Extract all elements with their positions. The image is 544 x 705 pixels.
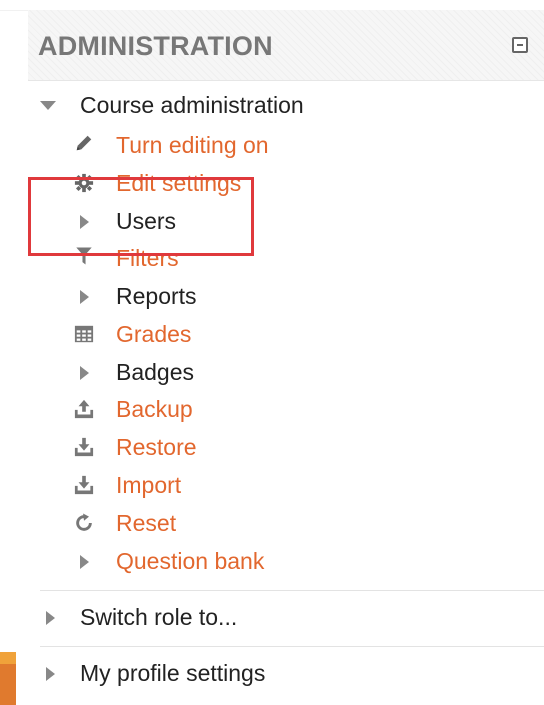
import-label: Import <box>116 472 182 498</box>
my-profile-settings-node[interactable]: My profile settings <box>46 655 506 691</box>
divider <box>40 646 544 647</box>
arrow-right-icon <box>46 667 55 681</box>
question-bank-node[interactable]: Question bank <box>80 543 480 579</box>
reset-label: Reset <box>116 510 177 536</box>
download-icon <box>74 475 94 495</box>
question-bank-label: Question bank <box>116 548 265 574</box>
download-icon <box>74 437 94 457</box>
arrow-right-icon <box>80 555 89 569</box>
grades-link[interactable]: Grades <box>74 316 374 352</box>
course-administration-node[interactable]: Course administration <box>40 87 520 123</box>
arrow-right-icon <box>80 290 89 304</box>
administration-block: ADMINISTRATION Course administration Tur… <box>0 0 544 705</box>
import-link[interactable]: Import <box>74 467 374 503</box>
edit-settings-link[interactable]: Edit settings <box>74 165 474 201</box>
gear-icon <box>74 173 94 193</box>
pencil-icon <box>76 135 92 151</box>
restore-label: Restore <box>116 434 197 460</box>
block-header: ADMINISTRATION <box>28 10 544 81</box>
my-profile-settings-label: My profile settings <box>80 660 266 686</box>
arrow-right-icon <box>80 215 89 229</box>
reports-label: Reports <box>116 283 197 309</box>
turn-editing-on-link[interactable]: Turn editing on <box>74 127 474 163</box>
users-node[interactable]: Users <box>80 203 380 239</box>
badges-label: Badges <box>116 359 195 385</box>
backup-label: Backup <box>116 396 193 422</box>
divider <box>40 590 544 591</box>
restore-link[interactable]: Restore <box>74 429 374 465</box>
reset-icon <box>76 513 92 531</box>
users-label: Users <box>116 208 177 234</box>
block-title: ADMINISTRATION <box>38 31 273 61</box>
filters-link[interactable]: Filters <box>74 240 374 276</box>
arrow-right-icon <box>80 366 89 380</box>
filter-icon <box>76 247 92 265</box>
grades-table-icon <box>74 325 94 343</box>
reports-node[interactable]: Reports <box>80 278 380 314</box>
badges-node[interactable]: Badges <box>80 354 380 390</box>
arrow-right-icon <box>46 611 55 625</box>
upload-icon <box>74 399 94 419</box>
backup-link[interactable]: Backup <box>74 391 374 427</box>
chevron-down-icon <box>40 101 56 110</box>
collapse-icon[interactable] <box>512 37 528 53</box>
reset-link[interactable]: Reset <box>74 505 374 541</box>
edit-settings-label: Edit settings <box>116 170 242 196</box>
turn-editing-on-label: Turn editing on <box>116 132 269 158</box>
edge-decoration <box>0 652 16 705</box>
grades-label: Grades <box>116 321 192 347</box>
course-administration-label: Course administration <box>80 92 304 118</box>
switch-role-node[interactable]: Switch role to... <box>46 599 506 635</box>
switch-role-label: Switch role to... <box>80 604 238 630</box>
filters-label: Filters <box>116 245 179 271</box>
